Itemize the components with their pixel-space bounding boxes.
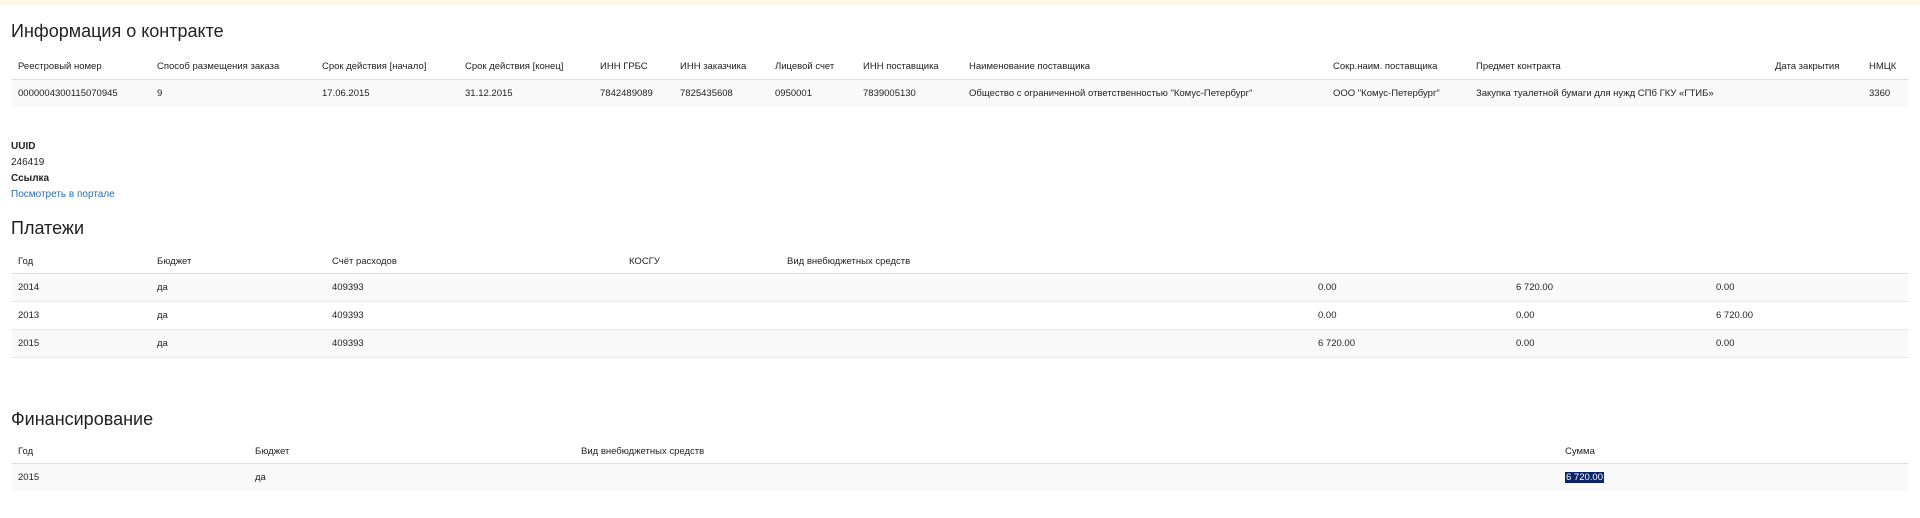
table-header-row: Реестровый номер Способ размещения заказ…: [12, 53, 1908, 80]
view-in-portal-link[interactable]: Посмотреть в портале: [11, 189, 115, 200]
column-header[interactable]: ИНН ГРБС: [594, 53, 674, 80]
supplier-name-cell: Общество с ограниченной ответственностью…: [969, 88, 1253, 99]
column-header[interactable]: Вид внебюджетных средств: [575, 439, 1559, 464]
budget-cell: да: [157, 282, 168, 293]
offbudget-type-cell: [781, 330, 1312, 358]
funding-table: Год Бюджет Вид внебюджетных средств Сумм…: [12, 439, 1908, 491]
column-header[interactable]: КОСГУ: [623, 249, 781, 274]
nmck-cell: 3360: [1869, 88, 1891, 99]
contract-info-table: Реестровый номер Способ размещения заказ…: [12, 53, 1908, 107]
inn-grbs-cell: 7842489089: [600, 88, 653, 99]
inn-supplier-cell: 7839005130: [863, 88, 916, 99]
budget-cell: да: [255, 472, 266, 483]
budget-cell: да: [157, 338, 168, 349]
column-header[interactable]: Реестровый номер: [12, 53, 151, 80]
offbudget-type-cell: [781, 274, 1312, 302]
column-header[interactable]: Предмет контракта: [1470, 53, 1769, 80]
amount-cell: 6 720.00: [1716, 310, 1753, 321]
kosgu-cell: [623, 302, 781, 330]
amount-cell: 0.00: [1716, 338, 1735, 349]
expense-account-cell: 409393: [332, 338, 364, 349]
column-header[interactable]: Бюджет: [249, 439, 575, 464]
contract-subject-cell: Закупка туалетной бумаги для нужд СПб ГК…: [1476, 88, 1714, 99]
column-header[interactable]: ИНН заказчика: [674, 53, 769, 80]
payments-table: Год Бюджет Счёт расходов КОСГУ Вид внебю…: [12, 249, 1908, 358]
year-cell: 2015: [18, 472, 40, 483]
column-header[interactable]: НМЦК: [1863, 53, 1908, 80]
amount-cell: 0.00: [1318, 282, 1337, 293]
expense-account-cell: 409393: [332, 310, 364, 321]
kosgu-cell: [623, 330, 781, 358]
uuid-block: UUID 246419 Ссылка Посмотреть в портале: [11, 139, 115, 203]
table-row: 2013 да 409393 0.00 0.00 6 720.00: [12, 302, 1908, 330]
column-header[interactable]: Наименование поставщика: [963, 53, 1327, 80]
column-header[interactable]: [1710, 249, 1908, 274]
selected-sum-text[interactable]: 6 720.00: [1565, 472, 1604, 483]
uuid-value: 246419: [11, 157, 45, 168]
notice-bar: [0, 0, 1920, 5]
end-date-cell: 31.12.2015: [465, 88, 513, 99]
supplier-short-name-cell: ООО "Комус-Петербург": [1333, 88, 1440, 99]
column-header[interactable]: [1510, 249, 1710, 274]
column-header[interactable]: Лицевой счет: [769, 53, 857, 80]
start-date-cell: 17.06.2015: [322, 88, 370, 99]
column-header[interactable]: ИНН поставщика: [857, 53, 963, 80]
kosgu-cell: [623, 274, 781, 302]
year-cell: 2014: [18, 282, 40, 293]
amount-cell: 6 720.00: [1318, 338, 1355, 349]
column-header[interactable]: [1312, 249, 1510, 274]
offbudget-type-cell: [781, 302, 1312, 330]
year-cell: 2015: [18, 338, 40, 349]
table-header-row: Год Бюджет Вид внебюджетных средств Сумм…: [12, 439, 1908, 464]
close-date-cell: [1769, 80, 1863, 108]
funding-title: Финансирование: [11, 409, 154, 429]
registry-number-cell: 0000004300115070945: [18, 88, 118, 99]
contract-info-title: Информация о контракте: [11, 21, 224, 41]
column-header[interactable]: Способ размещения заказа: [151, 53, 316, 80]
amount-cell: 0.00: [1516, 338, 1535, 349]
table-row: 0000004300115070945 9 17.06.2015 31.12.2…: [12, 79, 1908, 108]
column-header[interactable]: Дата закрытия: [1769, 53, 1863, 80]
link-label: Ссылка: [11, 173, 50, 184]
table-row: 2015 да 409393 6 720.00 0.00 0.00: [12, 329, 1908, 358]
sum-cell: 6 720.00: [1559, 464, 1908, 492]
uuid-label: UUID: [11, 141, 36, 152]
amount-cell: 0.00: [1516, 310, 1535, 321]
table-header-row: Год Бюджет Счёт расходов КОСГУ Вид внебю…: [12, 249, 1908, 274]
account-cell: 0950001: [775, 88, 812, 99]
offbudget-type-cell: [575, 464, 1559, 492]
column-header[interactable]: Год: [12, 439, 249, 464]
column-header[interactable]: Срок действия [начало]: [316, 53, 459, 80]
budget-cell: да: [157, 310, 168, 321]
amount-cell: 0.00: [1318, 310, 1337, 321]
year-cell: 2013: [18, 310, 40, 321]
inn-customer-cell: 7825435608: [680, 88, 733, 99]
expense-account-cell: 409393: [332, 282, 364, 293]
payments-title: Платежи: [11, 218, 85, 238]
column-header[interactable]: Сумма: [1559, 439, 1908, 464]
column-header[interactable]: Год: [12, 249, 151, 274]
column-header[interactable]: Сокр.наим. поставщика: [1327, 53, 1470, 80]
amount-cell: 0.00: [1716, 282, 1735, 293]
table-row: 2015 да 6 720.00: [12, 463, 1908, 492]
table-row: 2014 да 409393 0.00 6 720.00 0.00: [12, 273, 1908, 302]
column-header[interactable]: Счёт расходов: [326, 249, 623, 274]
amount-cell: 6 720.00: [1516, 282, 1553, 293]
placement-method-cell: 9: [157, 88, 163, 99]
column-header[interactable]: Бюджет: [151, 249, 326, 274]
column-header[interactable]: Срок действия [конец]: [459, 53, 594, 80]
column-header[interactable]: Вид внебюджетных средств: [781, 249, 1312, 274]
